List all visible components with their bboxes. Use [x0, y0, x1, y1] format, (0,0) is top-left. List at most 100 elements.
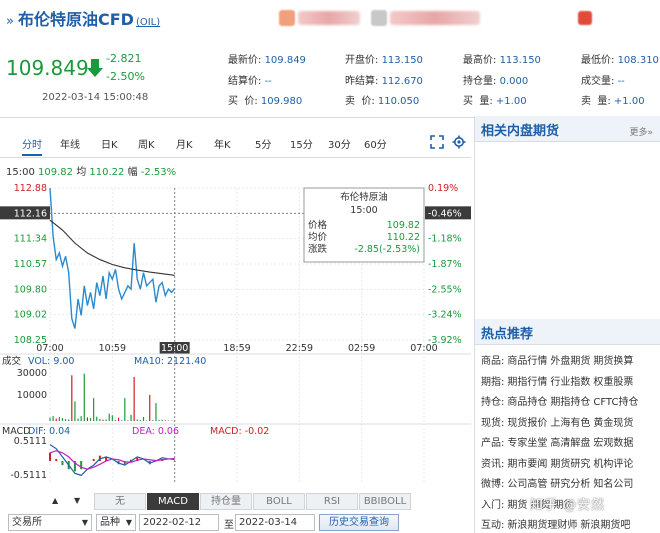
tab-indicator[interactable]: 无	[94, 493, 146, 510]
quote-value: --	[264, 76, 272, 87]
quote-value: 112.670	[381, 76, 423, 87]
instrument-title: » 布伦特原油CFD (OIL)	[6, 6, 160, 30]
period-tabs: 分时 年线 日K 周K 月K 年K 5分 15分 30分 60分	[0, 128, 471, 158]
hot-row-link[interactable]: 黄金现货	[593, 418, 633, 429]
hot-row-link[interactable]: 期指行情	[507, 377, 547, 388]
hot-row-link[interactable]: 期货换算	[593, 356, 633, 367]
settings-icon[interactable]	[452, 135, 466, 149]
quote-value: 0.000	[499, 76, 529, 87]
more-link[interactable]: 更多»	[629, 125, 653, 138]
hot-row-link[interactable]: 现货报价	[507, 418, 547, 429]
quote-item: 开盘价: 113.150	[345, 51, 423, 66]
hot-row-link[interactable]: 宏观数据	[593, 438, 633, 449]
hot-row-link[interactable]: 期市要闻	[507, 459, 547, 470]
tab-period[interactable]: 年线	[60, 136, 80, 151]
hot-row-link[interactable]: 知名公司	[593, 479, 633, 490]
hot-row-link[interactable]: 公司高管	[507, 479, 547, 490]
hot-row-link[interactable]: 商品持仓	[507, 397, 547, 408]
quote-label: 结算价:	[228, 76, 265, 87]
hot-row-link[interactable]: 专家坐堂	[507, 438, 547, 449]
x-tick-label: 10:59	[99, 343, 126, 354]
quote-label: 最低价:	[581, 55, 618, 66]
crosshair-info: 15:00 109.82 均 110.22 幅 -2.53%	[6, 163, 176, 178]
redacted-link[interactable]	[298, 11, 360, 25]
tab-period[interactable]: 5分	[255, 136, 271, 151]
hot-row-category: 入门:	[481, 499, 505, 511]
quote-value: 113.150	[381, 55, 423, 66]
x-tick-label: 07:00	[36, 343, 63, 354]
hot-row: 现货: 现货报价 上海有色 黄金现货	[481, 414, 633, 429]
volume-tick: 10000	[17, 390, 47, 401]
hot-row-link[interactable]: 期货	[507, 500, 527, 511]
hot-row-link[interactable]: 期货研究	[550, 459, 590, 470]
quote-item: 结算价: --	[228, 72, 272, 87]
tab-period[interactable]: 年K	[214, 136, 231, 151]
hot-row-link[interactable]: 新浪期货理财师	[507, 520, 577, 531]
hot-row: 持仓: 商品持仓 期指持仓 CFTC持仓	[481, 393, 638, 408]
hot-row-link[interactable]: CFTC持仓	[593, 397, 638, 408]
instrument-code[interactable]: (OIL)	[136, 17, 160, 28]
tab-period[interactable]: 周K	[138, 136, 155, 151]
tab-period[interactable]: 分时	[22, 136, 42, 156]
hot-row: 资讯: 期市要闻 期货研究 机构评论	[481, 455, 633, 470]
hot-row-category: 商品:	[481, 356, 505, 367]
tooltip-row-value: -2.85(-2.53%)	[354, 244, 420, 255]
fullscreen-icon[interactable]	[430, 135, 444, 149]
hot-row-link[interactable]: 研究分析	[550, 479, 590, 490]
tab-indicator[interactable]: BOLL	[253, 493, 305, 510]
tab-period[interactable]: 30分	[328, 136, 351, 151]
hot-row-link[interactable]: 高清解盘	[550, 438, 590, 449]
x-tick-label: 18:59	[223, 343, 250, 354]
hot-row-link[interactable]: 机构评论	[593, 459, 633, 470]
instrument-name: 布伦特原油CFD	[17, 10, 134, 29]
intraday-chart[interactable]: 112.88112.16111.34110.57109.80109.02108.…	[0, 180, 471, 492]
y-tick-percent: -3.24%	[428, 310, 462, 321]
phone-icon[interactable]	[371, 10, 387, 26]
variety-select[interactable]: 品种 ▼	[96, 514, 136, 531]
macd-tick: -0.5111	[10, 470, 47, 481]
macd-tick: 0.5111	[14, 436, 47, 447]
down-arrow-icon	[87, 59, 103, 77]
quote-value: 113.150	[499, 55, 541, 66]
history-query-button[interactable]: 历史交易查询	[319, 514, 399, 531]
quote-item: 最新价: 109.849	[228, 51, 306, 66]
tab-indicator[interactable]: MACD	[147, 493, 199, 510]
quote-label: 开盘价:	[345, 55, 382, 66]
tab-period[interactable]: 月K	[176, 136, 193, 151]
macd-value: MACD: -0.02	[210, 426, 269, 437]
volume-label: 成交	[2, 355, 22, 367]
hot-row-link[interactable]: 权重股票	[593, 377, 633, 388]
tooltip-row-value: 109.82	[387, 220, 420, 231]
hot-row-link[interactable]: 上海有色	[550, 418, 590, 429]
hot-row-category: 产品:	[481, 438, 505, 449]
tab-period[interactable]: 60分	[364, 136, 387, 151]
tab-period[interactable]: 15分	[290, 136, 313, 151]
related-futures-title: 相关内盘期货	[481, 124, 560, 139]
hot-row-link[interactable]: 商品行情	[507, 356, 547, 367]
tab-indicator[interactable]: 持仓量	[200, 493, 252, 510]
date-to-input[interactable]: 2022-03-14	[235, 514, 315, 531]
hot-row-link[interactable]: 外盘期货	[550, 356, 590, 367]
date-to-label: 至	[224, 520, 234, 531]
hot-row: 产品: 专家坐堂 高清解盘 宏观数据	[481, 434, 633, 449]
tab-period[interactable]: 日K	[101, 136, 118, 151]
tab-indicator[interactable]: RSI	[306, 493, 358, 510]
change-percent: -2.50%	[106, 70, 145, 83]
hot-row-link[interactable]: 新浪期货吧	[580, 520, 630, 531]
exchange-select-value: 交易所	[12, 517, 42, 528]
quote-label: 最高价:	[463, 55, 500, 66]
quote-item: 买 价: 109.980	[228, 92, 302, 107]
weibo-icon[interactable]	[578, 11, 592, 25]
share-icon[interactable]	[279, 10, 295, 26]
date-from-input[interactable]: 2022-02-12	[139, 514, 219, 531]
hot-row: 期指: 期指行情 行业指数 权重股票	[481, 373, 633, 388]
quote-value: 108.310	[617, 55, 659, 66]
tab-indicator[interactable]: BBIBOLL	[359, 493, 411, 510]
last-price: 109.849	[6, 56, 89, 80]
hot-row-link[interactable]: 行业指数	[550, 377, 590, 388]
redacted-link[interactable]	[390, 11, 480, 25]
hot-row-link[interactable]: 期指持仓	[550, 397, 590, 408]
hot-row: 互动: 新浪期货理财师 新浪期货吧	[481, 516, 630, 531]
quote-label: 买 价:	[228, 96, 261, 107]
exchange-select[interactable]: 交易所 ▼	[8, 514, 92, 531]
